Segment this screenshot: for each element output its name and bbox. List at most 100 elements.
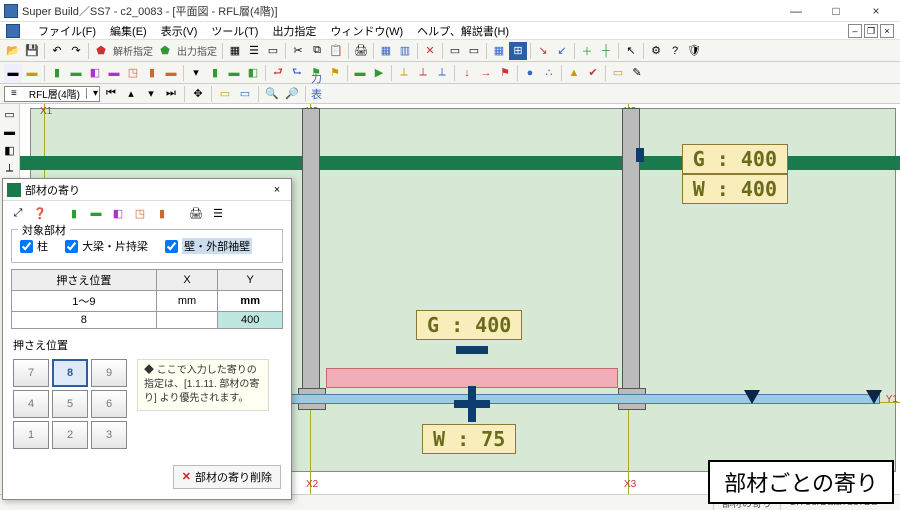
menu-help[interactable]: ヘルプ、解説書(H) [417,23,509,39]
snap-icon[interactable]: ⊞ [509,42,527,60]
val-pos[interactable]: 8 [12,311,157,328]
key-7[interactable]: 7 [13,359,49,387]
beam-pink[interactable] [326,368,618,388]
b5-icon[interactable]: ◳ [124,64,142,82]
vtool-1[interactable]: ▭ [2,106,18,122]
g3-icon[interactable]: ◧ [244,64,262,82]
nav-last-icon[interactable]: ⏭ [162,85,180,103]
sq-icon[interactable]: ▬ [351,64,369,82]
dlg-col-icon[interactable]: ▮ [65,204,83,222]
pan-icon[interactable]: ✥ [189,85,207,103]
b1-icon[interactable]: ▮ [48,64,66,82]
dlg-print-icon[interactable]: 🖨 [187,204,205,222]
anchor3-icon[interactable]: ⟂ [433,64,451,82]
dots-icon[interactable]: ∴ [540,64,558,82]
key-5[interactable]: 5 [52,390,88,418]
b2-icon[interactable]: ▬ [67,64,85,82]
selbox2-icon[interactable]: ▭ [236,85,254,103]
mdi-max[interactable]: ❐ [864,24,878,38]
delete-offset-button[interactable]: ✕ 部材の寄り削除 [173,465,281,489]
vtool-4[interactable]: ⟂ [2,160,18,176]
arrow-b-icon[interactable]: ↙ [553,42,571,60]
win2-icon[interactable]: ▭ [465,42,483,60]
b3-icon[interactable]: ◧ [86,64,104,82]
f2-icon[interactable]: ⮑ [288,64,306,82]
chk-column[interactable]: 柱 [20,238,48,254]
win1-icon[interactable]: ▭ [446,42,464,60]
vtool-2[interactable]: ▬ [2,124,18,140]
grid2-icon[interactable]: ▦ [377,42,395,60]
b6-icon[interactable]: ▮ [143,64,161,82]
key-4[interactable]: 4 [13,390,49,418]
nav-up-icon[interactable]: ▴ [122,85,140,103]
copy-icon[interactable]: ⧉ [308,42,326,60]
close-button[interactable]: × [856,0,896,22]
menu-tool[interactable]: ツール(T) [211,23,258,39]
check-icon[interactable]: ✔ [584,64,602,82]
save-icon[interactable]: 💾 [23,42,41,60]
handle-right[interactable] [636,148,644,162]
plus-icon[interactable]: ＋ [578,42,596,60]
mode1-icon[interactable]: ▬ [4,64,22,82]
dlg-help-icon[interactable]: ❓ [31,204,49,222]
pointer-icon[interactable]: ↖ [622,42,640,60]
open-icon[interactable]: 📂 [4,42,22,60]
nav-down-icon[interactable]: ▾ [142,85,160,103]
down-icon[interactable]: ↓ [458,64,476,82]
cut-icon[interactable]: ✂ [289,42,307,60]
selbox-icon[interactable]: ▭ [216,85,234,103]
chk-wall[interactable]: 壁・外部袖壁 [165,238,252,254]
dlg-list-icon[interactable]: ☰ [209,204,227,222]
maximize-button[interactable]: □ [816,0,856,22]
val-x[interactable] [156,311,218,328]
dlg-wall-icon[interactable]: ◧ [109,204,127,222]
del-icon[interactable]: ✕ [421,42,439,60]
dlg-fit-icon[interactable]: ⤢ [9,204,27,222]
dialog-close-button[interactable]: × [267,184,287,196]
mode2-icon[interactable]: ▬ [23,64,41,82]
rect-icon[interactable]: ▭ [264,42,282,60]
dlg-beam-icon[interactable]: ▬ [87,204,105,222]
menu-view[interactable]: 表示(V) [161,23,198,39]
key-1[interactable]: 1 [13,421,49,449]
flag3-icon[interactable]: ⚑ [496,64,514,82]
key-8[interactable]: 8 [52,359,88,387]
settings-icon[interactable]: ⚙ [647,42,665,60]
key-6[interactable]: 6 [91,390,127,418]
chevron-down-icon[interactable]: ▾ [86,88,99,99]
nav-first-icon[interactable]: ⏮ [102,85,120,103]
out-icon[interactable]: ⬟ [156,42,174,60]
anchor1-icon[interactable]: ⟂ [395,64,413,82]
menu-output[interactable]: 出力指定 [272,23,316,39]
undo-icon[interactable]: ↶ [48,42,66,60]
dot-icon[interactable]: ● [521,64,539,82]
mdi-close[interactable]: × [880,24,894,38]
zoomout-icon[interactable]: 🔎 [283,85,301,103]
anchor2-icon[interactable]: ⟂ [414,64,432,82]
flag2-icon[interactable]: ⚑ [326,64,344,82]
key-3[interactable]: 3 [91,421,127,449]
layer-combo[interactable]: ≡ RFL層(4階) ▾ [4,86,100,102]
chk-beam[interactable]: 大梁・片持梁 [65,238,148,254]
b4-icon[interactable]: ▬ [105,64,123,82]
zoomin-icon[interactable]: 🔍 [263,85,281,103]
menu-edit[interactable]: 編集(E) [110,23,147,39]
menu-window[interactable]: ウィンドウ(W) [330,23,403,39]
axis-icon[interactable]: ┼ [597,42,615,60]
b7-icon[interactable]: ▬ [162,64,180,82]
menu-file[interactable]: ファイル(F) [38,23,96,39]
g1-icon[interactable]: ▮ [206,64,224,82]
paste-icon[interactable]: 📋 [327,42,345,60]
gridblue-icon[interactable]: ▦ [490,42,508,60]
pencil-icon[interactable]: ✎ [628,64,646,82]
grid-icon[interactable]: ▦ [226,42,244,60]
dlg-brace2-icon[interactable]: ▮ [153,204,171,222]
disp-icon[interactable]: 力表示 [310,85,328,103]
rect2-icon[interactable]: ▭ [609,64,627,82]
help-icon[interactable]: ? [666,42,684,60]
redo-icon[interactable]: ↷ [67,42,85,60]
arrow-r-icon[interactable]: ↘ [534,42,552,60]
column-x2[interactable] [302,108,320,394]
key-2[interactable]: 2 [52,421,88,449]
minimize-button[interactable]: — [776,0,816,22]
